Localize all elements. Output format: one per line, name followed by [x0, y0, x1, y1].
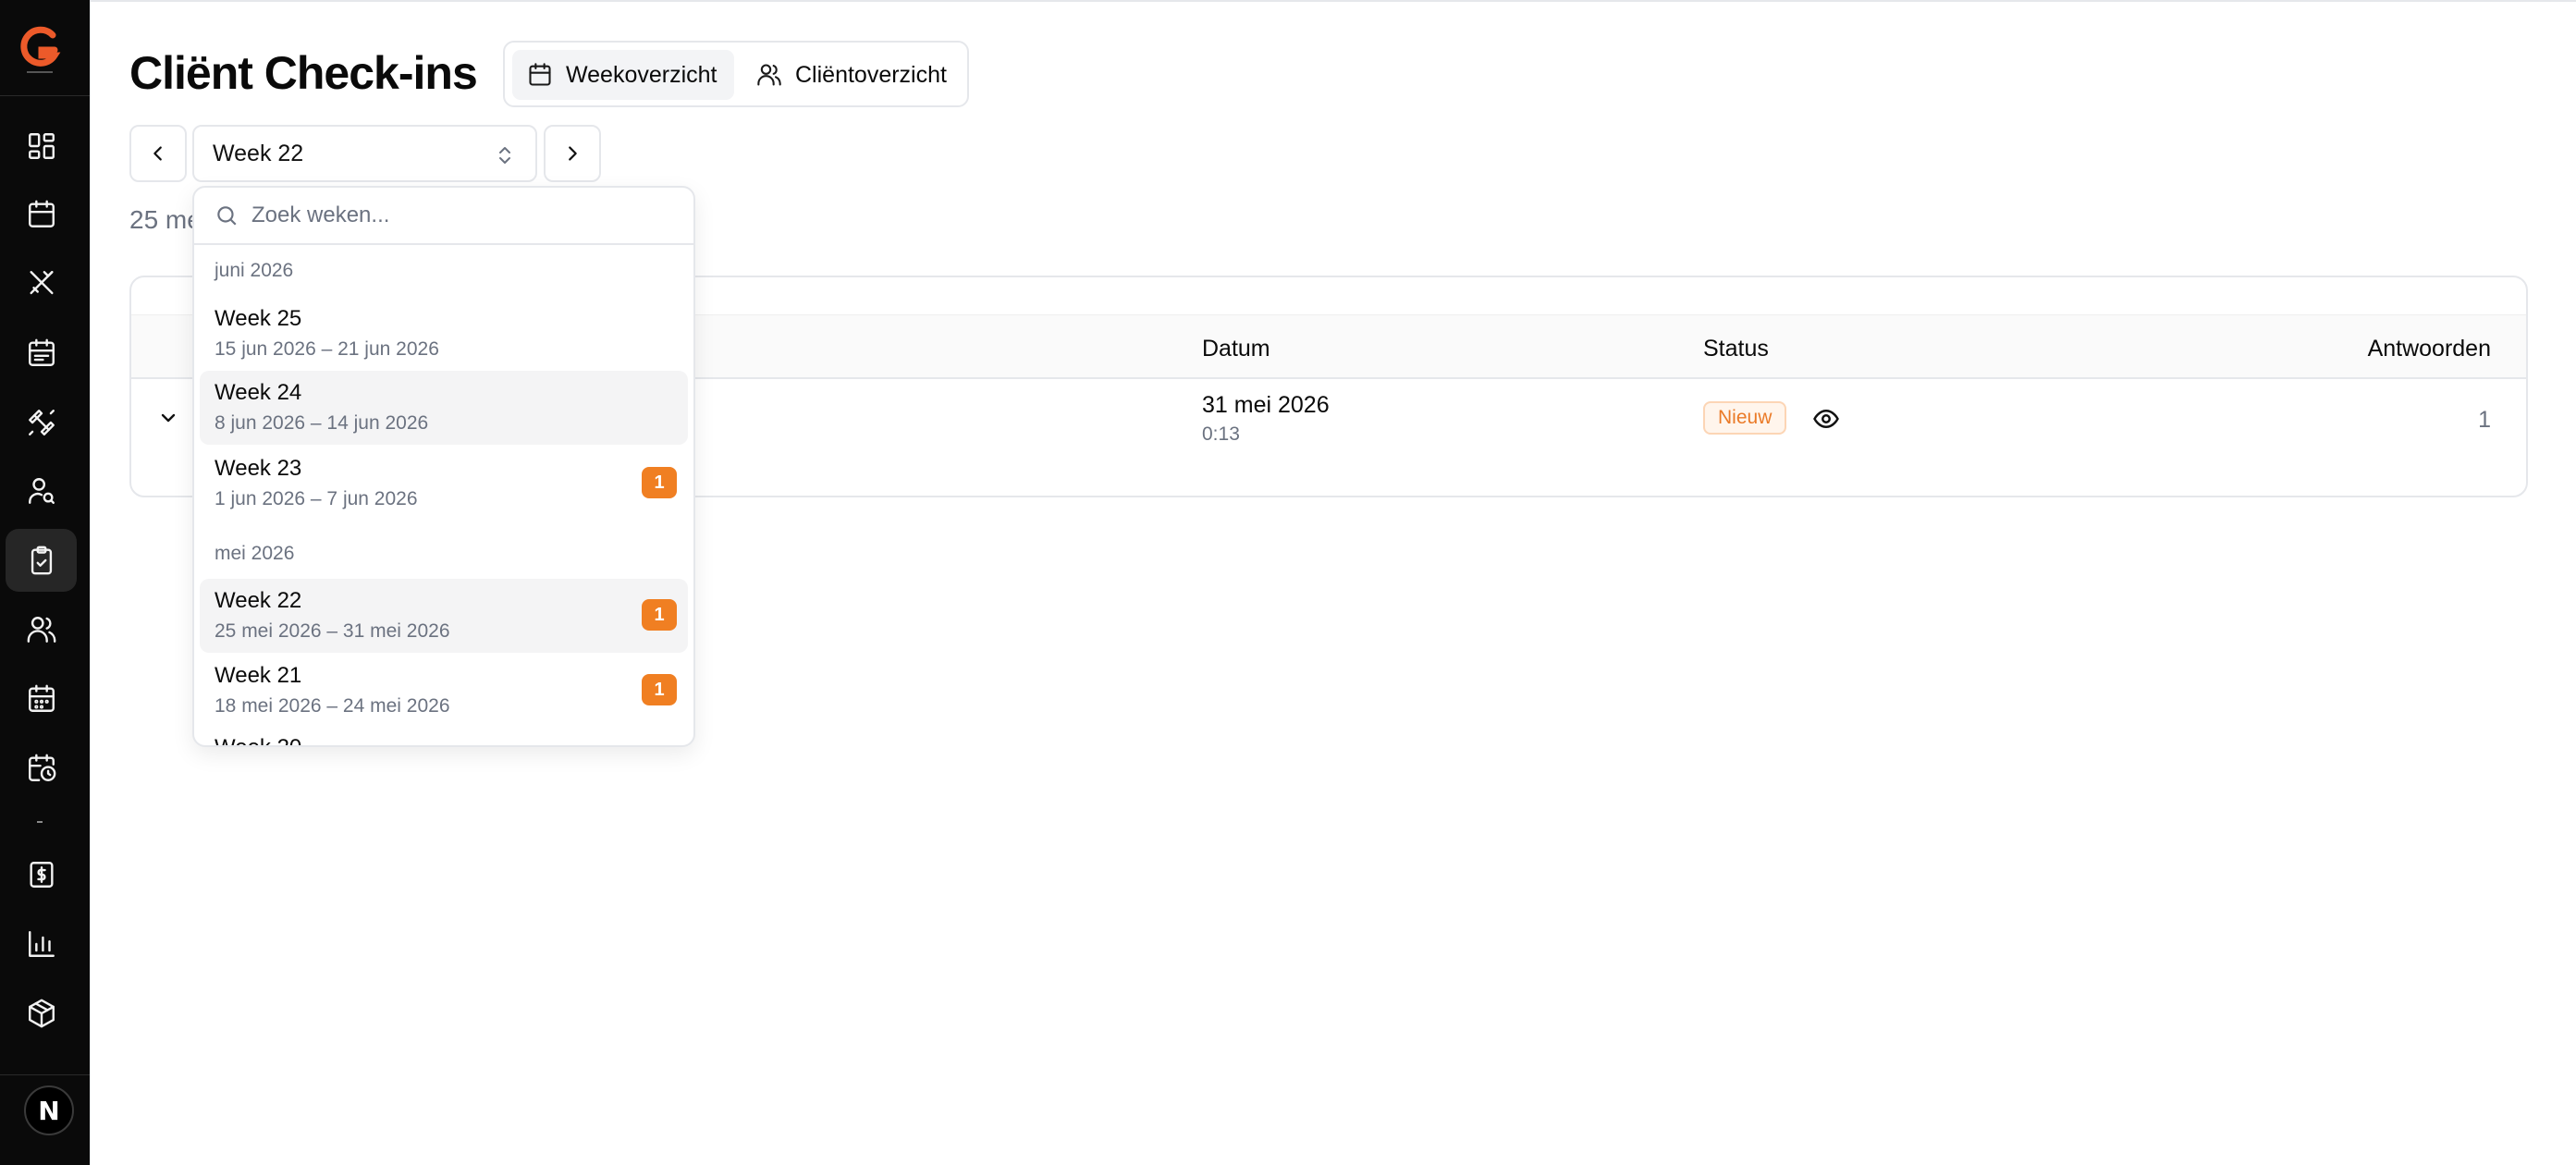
app-logo[interactable] — [18, 24, 62, 76]
sidebar-item-products[interactable] — [6, 982, 77, 1045]
week-option-range: 1 jun 2026 – 7 jun 2026 — [215, 488, 418, 509]
week-option-23[interactable]: Week 23 1 jun 2026 – 7 jun 2026 1 — [200, 447, 688, 521]
sidebar-separator — [37, 821, 43, 823]
status-badge: Nieuw — [1703, 401, 1787, 435]
checkin-count: 25 me — [129, 205, 202, 234]
week-select-value: Week 22 — [213, 140, 304, 166]
bar-chart-icon — [28, 931, 55, 957]
dashboard-icon — [28, 133, 55, 159]
column-header-antwoorden: Antwoorden — [2367, 336, 2491, 362]
week-option-25[interactable]: Week 25 15 jun 2026 – 21 jun 2026 — [200, 297, 688, 371]
checkin-count-badge: 1 — [642, 674, 677, 705]
sidebar-item-calendar[interactable] — [6, 183, 77, 246]
tab-label: Cliëntoverzicht — [795, 61, 947, 88]
week-dropdown: juni 2026 Week 25 15 jun 2026 – 21 jun 2… — [192, 186, 695, 747]
sidebar-item-planning[interactable] — [6, 668, 77, 730]
logo-divider — [0, 95, 90, 96]
group-label-juni: juni 2026 — [215, 260, 294, 281]
sidebar-item-nutrition[interactable] — [6, 252, 77, 315]
sidebar-item-schedule[interactable] — [6, 322, 77, 385]
avatar-initial: N — [38, 1095, 60, 1126]
calendar-grid-icon — [28, 684, 55, 712]
week-option-22[interactable]: Week 22 25 mei 2026 – 31 mei 2026 1 — [200, 579, 688, 653]
tab-clientoverzicht[interactable]: Cliëntoverzicht — [742, 50, 963, 100]
week-option-label: Week 21 — [215, 663, 302, 688]
week-select[interactable]: Week 22 — [192, 125, 537, 182]
week-option-range: 25 mei 2026 – 31 mei 2026 — [215, 620, 450, 642]
sidebar: N — [0, 0, 90, 1165]
chevrons-up-down-icon — [499, 147, 510, 164]
sidebar-item-client-search[interactable] — [6, 460, 77, 522]
week-option-21[interactable]: Week 21 18 mei 2026 – 24 mei 2026 1 — [200, 654, 688, 728]
user-search-icon — [28, 478, 55, 504]
users-icon — [27, 617, 55, 643]
column-header-status: Status — [1703, 336, 1769, 362]
sidebar-item-billing[interactable] — [6, 843, 77, 906]
eye-icon[interactable] — [1812, 405, 1840, 433]
checkin-count-badge: 1 — [642, 467, 677, 498]
receipt-dollar-icon — [29, 862, 54, 888]
search-icon — [217, 206, 237, 226]
previous-week-button[interactable] — [129, 125, 187, 182]
week-option-range: 15 jun 2026 – 21 jun 2026 — [215, 338, 439, 360]
chevron-left-icon — [153, 146, 162, 161]
week-option-range: 8 jun 2026 – 14 jun 2026 — [215, 412, 429, 434]
chevron-right-icon — [569, 146, 577, 161]
sidebar-bottom-divider — [0, 1074, 90, 1075]
dumbbell-icon — [28, 410, 55, 435]
column-header-datum: Datum — [1202, 336, 1270, 362]
row-answers: 1 — [2478, 407, 2491, 433]
row-date: 31 mei 2026 — [1202, 392, 1330, 418]
next-week-button[interactable] — [544, 125, 601, 182]
sidebar-item-appointments[interactable] — [6, 737, 77, 800]
chevron-down-icon[interactable] — [157, 407, 179, 429]
calendar-days-icon — [28, 338, 55, 366]
tab-label: Weekoverzicht — [566, 61, 718, 88]
week-option-20[interactable]: Week 20 — [215, 735, 301, 745]
sidebar-item-analytics[interactable] — [6, 913, 77, 975]
calendar-icon — [28, 200, 55, 227]
week-option-label: Week 22 — [215, 588, 302, 613]
week-search — [194, 188, 693, 245]
utensils-icon — [29, 271, 54, 295]
view-tabs: Weekoverzicht Cliëntoverzicht — [503, 41, 969, 107]
sidebar-item-workouts[interactable] — [6, 391, 77, 454]
user-avatar[interactable]: N — [24, 1085, 74, 1135]
week-option-24[interactable]: Week 24 8 jun 2026 – 14 jun 2026 — [200, 371, 688, 445]
week-option-label: Week 23 — [215, 456, 302, 481]
package-icon — [28, 999, 55, 1028]
sidebar-item-dashboard[interactable] — [6, 115, 77, 178]
group-label-mei: mei 2026 — [215, 543, 295, 564]
week-option-label: Week 25 — [215, 306, 302, 331]
row-time: 0:13 — [1202, 423, 1240, 445]
calendar-clock-icon — [28, 754, 55, 781]
users-icon — [757, 64, 781, 86]
calendar-icon — [529, 63, 551, 86]
tab-weekoverzicht[interactable]: Weekoverzicht — [512, 50, 734, 100]
clipboard-check-icon — [31, 546, 52, 575]
week-option-label: Week 24 — [215, 380, 302, 405]
checkin-count-badge: 1 — [642, 599, 677, 631]
page-title: Cliënt Check-ins — [129, 47, 478, 99]
sidebar-item-check-ins[interactable] — [6, 529, 77, 592]
week-option-range: 18 mei 2026 – 24 mei 2026 — [215, 695, 450, 717]
week-search-input[interactable] — [251, 202, 658, 228]
sidebar-item-clients[interactable] — [6, 598, 77, 661]
